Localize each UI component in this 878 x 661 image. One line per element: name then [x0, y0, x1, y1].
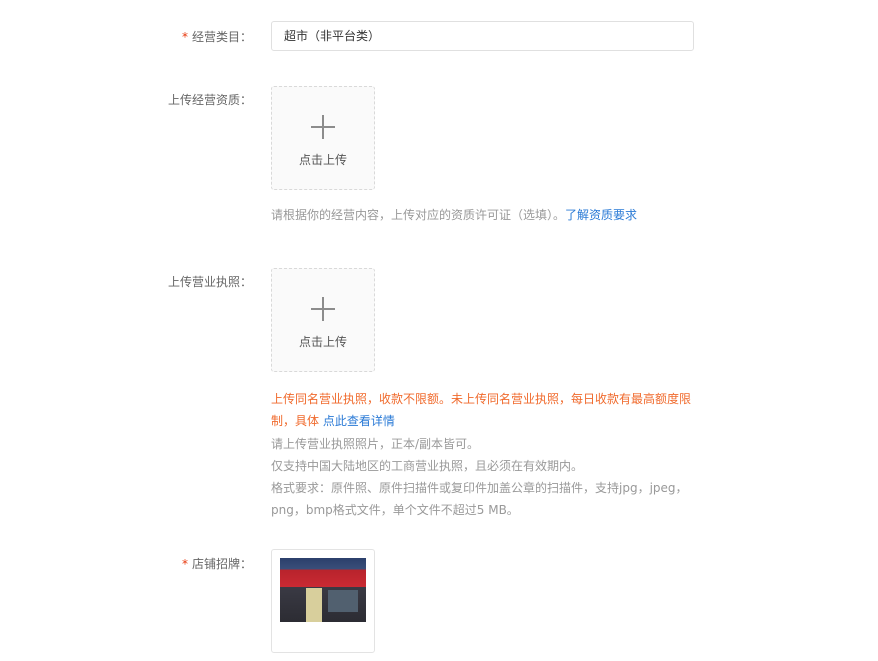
category-field[interactable]: 超市（非平台类）: [271, 21, 694, 51]
plus-icon: [311, 297, 335, 321]
license-upload-button[interactable]: 点击上传: [271, 268, 375, 372]
license-note-3: 格式要求：原件照、原件扫描件或复印件加盖公章的扫描件，支持jpg，jpeg，pn…: [271, 481, 688, 518]
license-warning: 上传同名营业执照，收款不限额。未上传同名营业执照，每日收款有最高额度限制，具体 …: [271, 388, 696, 433]
signboard-label-text: 店铺招牌：: [191, 557, 252, 571]
signboard-photo: [280, 558, 366, 622]
required-mark: *: [181, 30, 188, 44]
store-door-shape: [306, 588, 322, 622]
qualification-label: 上传经营资质：: [167, 93, 252, 107]
qualification-upload-text: 点击上传: [298, 153, 347, 167]
license-note-2: 仅支持中国大陆地区的工商营业执照，且必须在有效期内。: [271, 458, 584, 473]
store-window-shape: [328, 590, 358, 612]
qualification-hint: 请根据你的经营内容，上传对应的资质许可证（选填）。了解资质要求: [271, 204, 637, 226]
required-mark: *: [181, 557, 188, 571]
qualification-upload-button[interactable]: 点击上传: [271, 86, 375, 190]
category-label-text: 经营类目：: [191, 30, 252, 44]
category-label: * 经营类目：: [0, 29, 252, 45]
license-details-link[interactable]: 点此查看详情: [323, 414, 395, 428]
qualification-hint-text: 请根据你的经营内容，上传对应的资质许可证（选填）。: [271, 208, 566, 222]
qualification-requirements-link[interactable]: 了解资质要求: [565, 208, 637, 222]
license-notes: 上传同名营业执照，收款不限额。未上传同名营业执照，每日收款有最高额度限制，具体 …: [271, 388, 696, 522]
plus-icon: [311, 115, 335, 139]
license-note-1: 请上传营业执照照片，正本/副本皆可。: [271, 436, 480, 451]
signboard-label: * 店铺招牌：: [0, 556, 252, 572]
license-label: 上传营业执照：: [167, 275, 252, 289]
signboard-upload[interactable]: [271, 549, 375, 653]
license-upload-text: 点击上传: [298, 335, 347, 349]
